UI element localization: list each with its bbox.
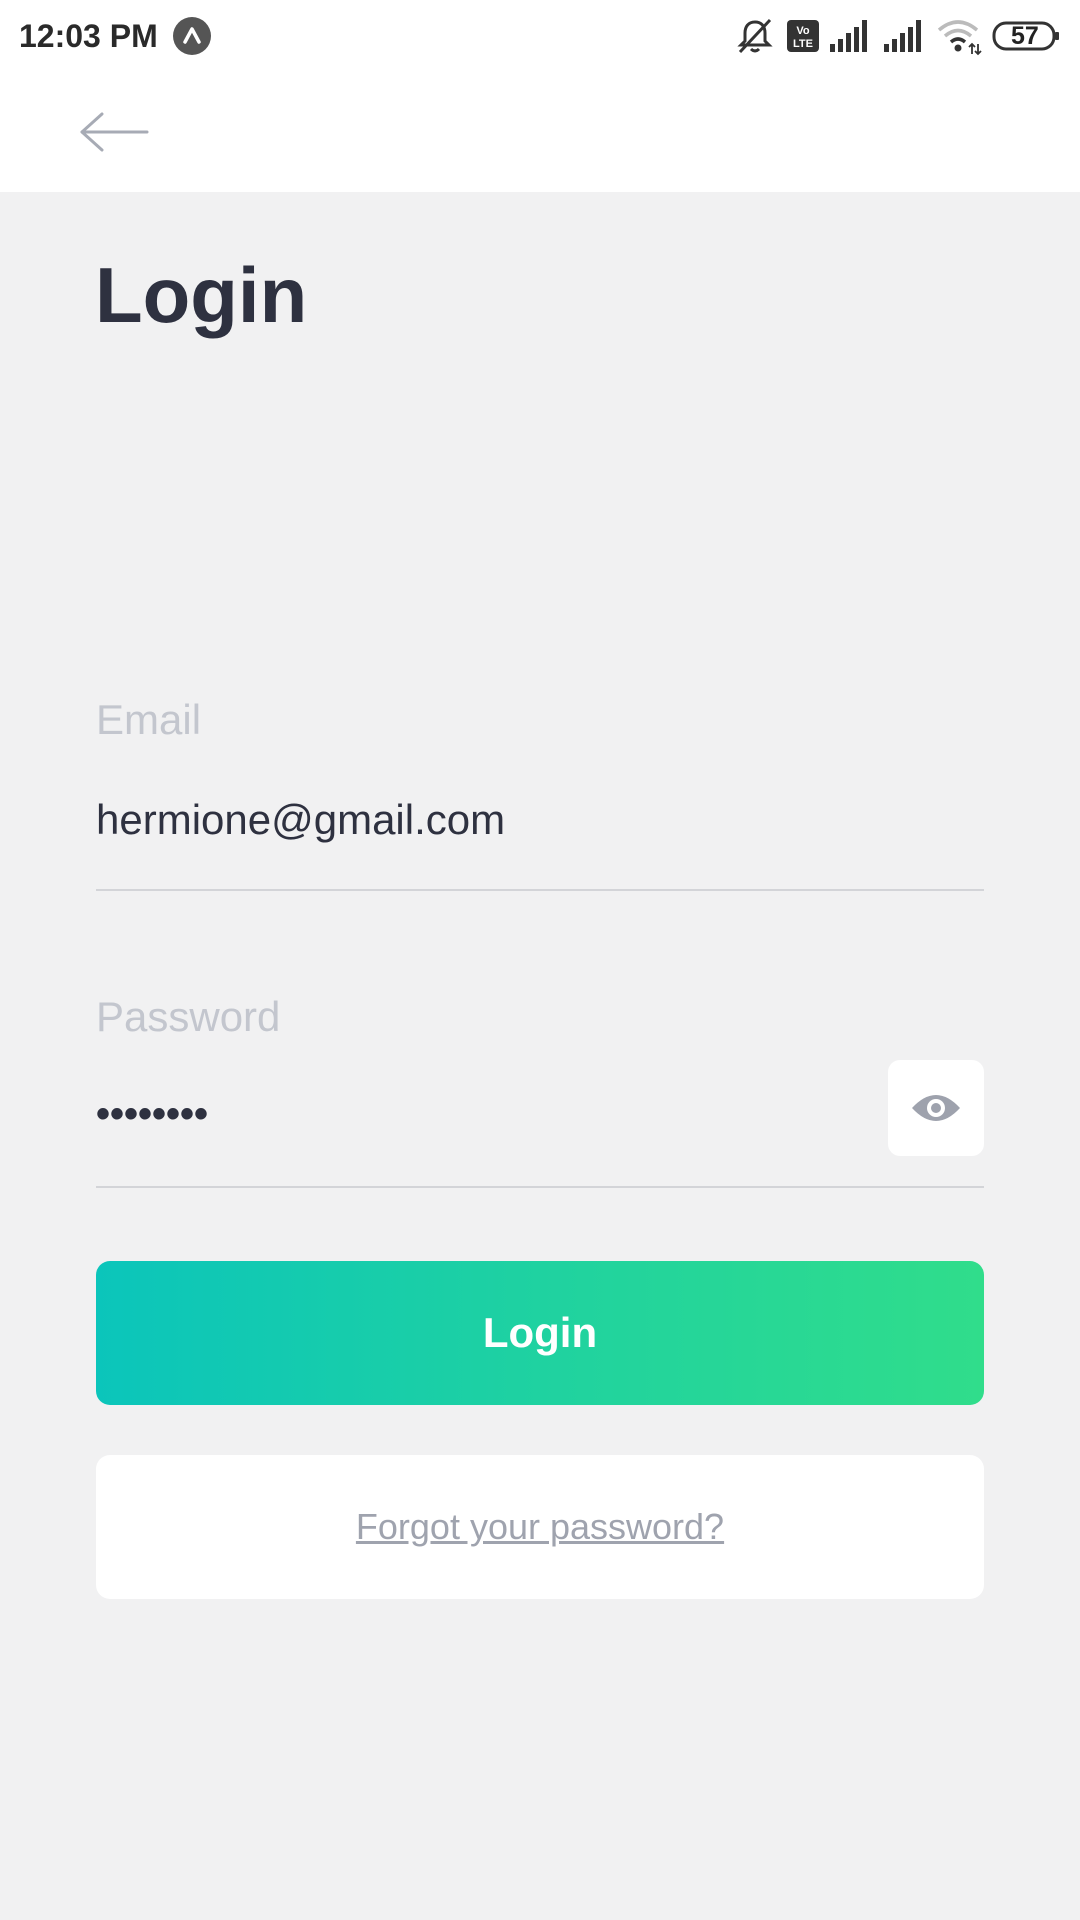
password-underline: [96, 1186, 984, 1188]
signal-icon: [830, 20, 867, 52]
back-button[interactable]: [64, 102, 164, 162]
email-label: Email: [96, 696, 202, 743]
status-bar: 12:03 PM Vo LTE 57: [0, 0, 1080, 72]
silent-icon: [737, 18, 773, 54]
show-password-button[interactable]: [888, 1060, 984, 1156]
status-time: 12:03 PM: [19, 18, 158, 54]
app-header: [0, 72, 1080, 192]
wifi-icon: [937, 20, 982, 56]
password-field[interactable]: ••••••••: [96, 1086, 876, 1146]
email-underline: [96, 889, 984, 891]
status-icons: Vo LTE 57: [736, 16, 1066, 56]
arrow-up-circle-icon: [172, 16, 212, 56]
svg-text:LTE: LTE: [793, 38, 813, 50]
email-field[interactable]: [96, 790, 884, 850]
password-label: Password: [96, 993, 281, 1040]
volte-icon: Vo LTE: [787, 20, 819, 52]
signal-icon: [884, 20, 921, 52]
forgot-password-card: Forgot your password?: [96, 1455, 984, 1599]
page-title: Login: [95, 251, 308, 339]
eye-icon: [912, 1095, 960, 1121]
arrow-left-icon: [80, 112, 149, 152]
forgot-password-link[interactable]: Forgot your password?: [96, 1455, 984, 1599]
login-button[interactable]: Login: [96, 1261, 984, 1405]
battery-level: 57: [1011, 22, 1039, 50]
svg-text:Vo: Vo: [796, 25, 810, 37]
